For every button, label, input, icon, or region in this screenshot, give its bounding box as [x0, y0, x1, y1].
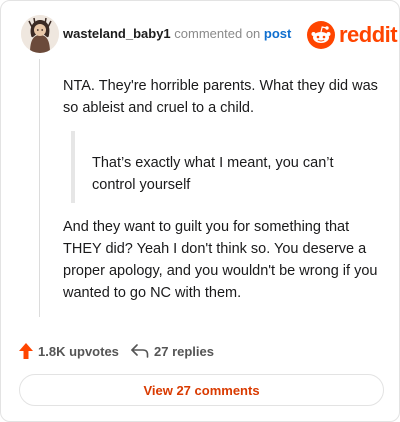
- user-avatar[interactable]: [21, 15, 59, 53]
- blockquote: That’s exactly what I meant, you can’t c…: [71, 131, 381, 203]
- reddit-logo[interactable]: reddit: [307, 21, 398, 49]
- avatar-illustration-icon: [21, 15, 59, 53]
- reply-count: 27 replies: [154, 343, 214, 359]
- quote-text: That’s exactly what I meant, you can’t c…: [92, 155, 334, 193]
- comment-meta: wasteland_baby1 commented on post: [63, 26, 291, 42]
- upvote-button[interactable]: 1.8K upvotes: [19, 340, 119, 362]
- comment-paragraph: And they want to guilt you for something…: [63, 219, 378, 301]
- brand-wordmark: reddit: [339, 22, 398, 47]
- meta-text: commented on: [174, 26, 261, 41]
- post-link[interactable]: post: [264, 26, 291, 41]
- reply-arrow-icon: [131, 344, 149, 358]
- comment-paragraph: NTA. They're horrible parents. What they…: [63, 78, 378, 116]
- username-link[interactable]: wasteland_baby1: [63, 26, 171, 41]
- upvote-count: 1.8K upvotes: [38, 343, 119, 359]
- upvote-arrow-icon: [19, 343, 33, 359]
- reddit-logo-icon: [307, 21, 335, 49]
- view-comments-button[interactable]: View 27 comments: [19, 374, 384, 406]
- replies-button[interactable]: 27 replies: [131, 340, 214, 362]
- comment-card: wasteland_baby1 commented on post reddit…: [0, 0, 400, 422]
- thread-line: [39, 59, 40, 317]
- comment-header: wasteland_baby1 commented on post reddit: [21, 15, 398, 55]
- comment-actions: 1.8K upvotes 27 replies: [19, 340, 379, 362]
